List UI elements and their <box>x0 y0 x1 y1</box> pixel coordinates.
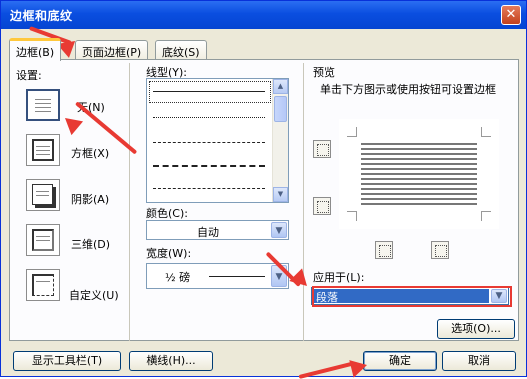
setting-shadow-icon[interactable] <box>26 179 60 211</box>
scroll-up-icon[interactable]: ▲ <box>273 79 288 94</box>
setting-3d-label[interactable]: 三维(D) <box>71 236 110 252</box>
preview-hint: 单击下方图示或使用按钮可设置边框 <box>320 83 496 96</box>
setting-custom-icon[interactable] <box>26 269 60 301</box>
chevron-down-icon[interactable]: ▼ <box>271 222 287 238</box>
setting-box-icon[interactable] <box>26 134 60 166</box>
dialog-title: 边框和底纹 <box>10 9 73 23</box>
scroll-down-icon[interactable]: ▼ <box>273 187 288 202</box>
tab-page-border[interactable]: 页面边框(P) <box>75 40 149 59</box>
width-dropdown[interactable]: ½ 磅 ▼ <box>146 263 289 289</box>
middle-border-button[interactable] <box>313 197 331 215</box>
width-value: ½ 磅 <box>165 271 191 284</box>
highlight-box <box>312 286 512 307</box>
preview-heading: 预览 <box>313 66 335 79</box>
cancel-button[interactable]: 取消 <box>442 351 516 371</box>
color-value: 自动 <box>197 226 219 239</box>
right-border-button[interactable] <box>431 241 449 259</box>
tab-shading[interactable]: 底纹(S) <box>155 40 207 59</box>
scroll-thumb[interactable] <box>274 96 287 122</box>
apply-to-label: 应用于(L): <box>313 271 365 284</box>
tab-borders[interactable]: 边框(B) <box>9 38 62 61</box>
setting-box-label[interactable]: 方框(X) <box>71 145 109 161</box>
title-bar[interactable]: 边框和底纹 ✕ <box>1 1 526 29</box>
show-toolbar-button[interactable]: 显示工具栏(T) <box>13 351 121 371</box>
line-style-selected[interactable] <box>149 81 271 103</box>
setting-3d-icon[interactable] <box>26 224 60 256</box>
borders-shading-dialog: 边框和底纹 ✕ 页面边框(P) 底纹(S) 边框(B) 设置: 无(N) 方框(… <box>0 0 527 379</box>
ok-button[interactable]: 确定 <box>363 351 437 371</box>
settings-heading: 设置: <box>16 69 42 82</box>
color-label: 颜色(C): <box>146 207 188 220</box>
close-button[interactable]: ✕ <box>501 5 521 25</box>
line-style-list[interactable]: ▲ ▼ <box>146 78 289 203</box>
line-style-scrollbar[interactable]: ▲ ▼ <box>272 79 288 202</box>
setting-shadow-label[interactable]: 阴影(A) <box>71 191 109 207</box>
preview-area[interactable] <box>339 119 499 229</box>
annotation-arrow <box>298 361 354 379</box>
setting-custom-label[interactable]: 自定义(U) <box>69 287 119 303</box>
options-button[interactable]: 选项(O)... <box>437 319 515 339</box>
setting-none-icon[interactable] <box>26 89 60 121</box>
horizontal-line-button[interactable]: 横线(H)... <box>129 351 213 371</box>
preview-text-lines <box>361 143 477 205</box>
left-border-button[interactable] <box>375 241 393 259</box>
top-border-button[interactable] <box>313 140 331 158</box>
divider <box>129 63 130 341</box>
width-label: 宽度(W): <box>146 247 192 260</box>
divider <box>303 63 304 341</box>
color-dropdown[interactable]: 自动 ▼ <box>146 220 289 240</box>
